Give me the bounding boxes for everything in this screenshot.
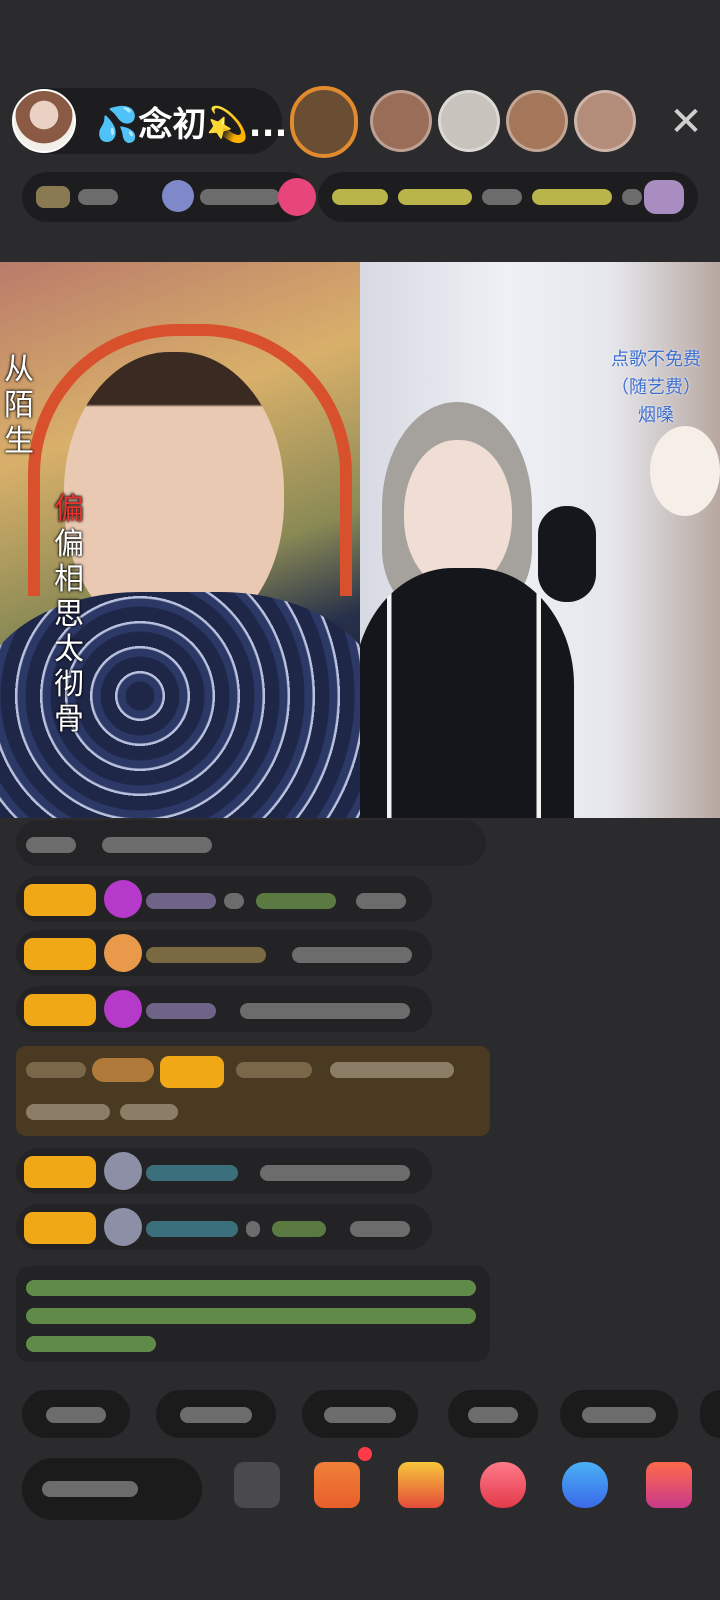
blurred-text [26, 1104, 110, 1120]
blurred-text [26, 1308, 476, 1324]
shield-icon [104, 934, 142, 972]
quick-reply-chip[interactable] [560, 1390, 678, 1438]
microphone-icon [538, 506, 596, 602]
blurred-text [146, 1003, 216, 1019]
chat-message[interactable] [16, 820, 486, 866]
chat-message[interactable] [16, 1148, 432, 1194]
follow-heart-icon[interactable] [278, 178, 316, 216]
blurred-text [532, 189, 612, 205]
quick-reply-chip[interactable] [302, 1390, 418, 1438]
diamond-icon [104, 990, 142, 1028]
blurred-text [330, 1062, 454, 1078]
right-overlay-note: 点歌不免费 （随艺费） 烟嗓 [598, 346, 714, 430]
host-info-pill[interactable]: 💦念初💫... [12, 88, 287, 154]
blurred-text [120, 1104, 178, 1120]
blurred-text [146, 1165, 238, 1181]
blurred-text [146, 1221, 238, 1237]
close-icon[interactable]: ✕ [664, 100, 708, 144]
level-badge [160, 1056, 224, 1088]
gift-icon [644, 180, 684, 214]
viewer-avatar[interactable] [370, 90, 432, 152]
highlighted-chat-message[interactable] [16, 1046, 490, 1136]
blurred-text [350, 1221, 410, 1237]
fan-club-icon [162, 180, 194, 212]
more-gifts-icon[interactable] [646, 1462, 692, 1508]
level-badge [24, 884, 96, 916]
blurred-text [260, 1165, 410, 1181]
level-badge [24, 1156, 96, 1188]
blurred-text [622, 189, 642, 205]
cloud-icon [104, 1152, 142, 1190]
viewer-avatar[interactable] [506, 90, 568, 152]
blurred-text [200, 189, 280, 205]
blurred-text [146, 947, 266, 963]
left-overlay-lyric: 偏偏相思太彻骨 [54, 492, 88, 737]
blurred-text [256, 893, 336, 909]
blurred-text [224, 893, 244, 909]
quick-reply-chip[interactable] [22, 1390, 130, 1438]
stream-info-row [0, 172, 720, 222]
viewer-avatar[interactable] [574, 90, 636, 152]
level-badge [24, 1212, 96, 1244]
quick-reply-chip[interactable] [448, 1390, 538, 1438]
diamond-icon [104, 880, 142, 918]
gift-box-icon[interactable] [314, 1462, 360, 1508]
left-streamer-name: 从陌生 [4, 352, 34, 459]
blurred-text [236, 1062, 312, 1078]
blurred-text [324, 1407, 396, 1423]
blurred-text [398, 189, 472, 205]
streamer-outfit [360, 568, 574, 818]
flowers-decoration [650, 426, 720, 516]
viewer-avatar[interactable] [438, 90, 500, 152]
level-badge [24, 938, 96, 970]
host-avatar[interactable] [12, 89, 76, 153]
blurred-text [26, 1336, 156, 1352]
blurred-text [240, 1003, 410, 1019]
right-overlay-line: 烟嗓 [638, 405, 674, 426]
lyric-rest: 偏相思太彻骨 [54, 527, 84, 737]
blurred-text [246, 1221, 260, 1237]
quick-reply-chip[interactable] [156, 1390, 276, 1438]
notification-dot [358, 1447, 372, 1461]
quick-reply-chip[interactable] [700, 1390, 720, 1438]
blurred-text [272, 1221, 326, 1237]
fan-badge [92, 1058, 154, 1082]
blurred-text [292, 947, 412, 963]
blurred-text [102, 837, 212, 853]
blurred-text [146, 893, 216, 909]
treasure-icon[interactable] [398, 1462, 444, 1508]
blurred-text [332, 189, 388, 205]
viewer-avatar[interactable] [290, 86, 358, 158]
chat-message[interactable] [16, 1204, 432, 1250]
system-notice [16, 1266, 490, 1362]
blurred-text [26, 1280, 476, 1296]
blurred-text [482, 189, 522, 205]
blurred-text [26, 837, 76, 853]
level-badge [24, 994, 96, 1026]
chat-message[interactable] [16, 986, 432, 1032]
game-icon[interactable] [480, 1462, 526, 1508]
blurred-text [468, 1407, 518, 1423]
cloud-icon [104, 1208, 142, 1246]
share-icon[interactable] [562, 1462, 608, 1508]
right-overlay-line: 点歌不免费 [611, 349, 701, 370]
blurred-text [78, 189, 118, 205]
blurred-text [42, 1481, 138, 1497]
blurred-text [180, 1407, 252, 1423]
chat-input[interactable] [22, 1458, 202, 1520]
announcement-chip[interactable] [318, 172, 698, 222]
lyric-red-char: 偏 [54, 492, 84, 527]
blurred-text [26, 1062, 86, 1078]
chat-message[interactable] [16, 930, 432, 976]
host-name: 💦念初💫... [96, 104, 288, 145]
blurred-text [46, 1407, 106, 1423]
blurred-text [356, 893, 406, 909]
emoji-icon[interactable] [234, 1462, 280, 1508]
hourly-rank-chip[interactable] [22, 172, 316, 222]
rank-icon [36, 186, 70, 208]
right-overlay-line: （随艺费） [611, 377, 701, 398]
chat-message[interactable] [16, 876, 432, 922]
blurred-text [582, 1407, 656, 1423]
